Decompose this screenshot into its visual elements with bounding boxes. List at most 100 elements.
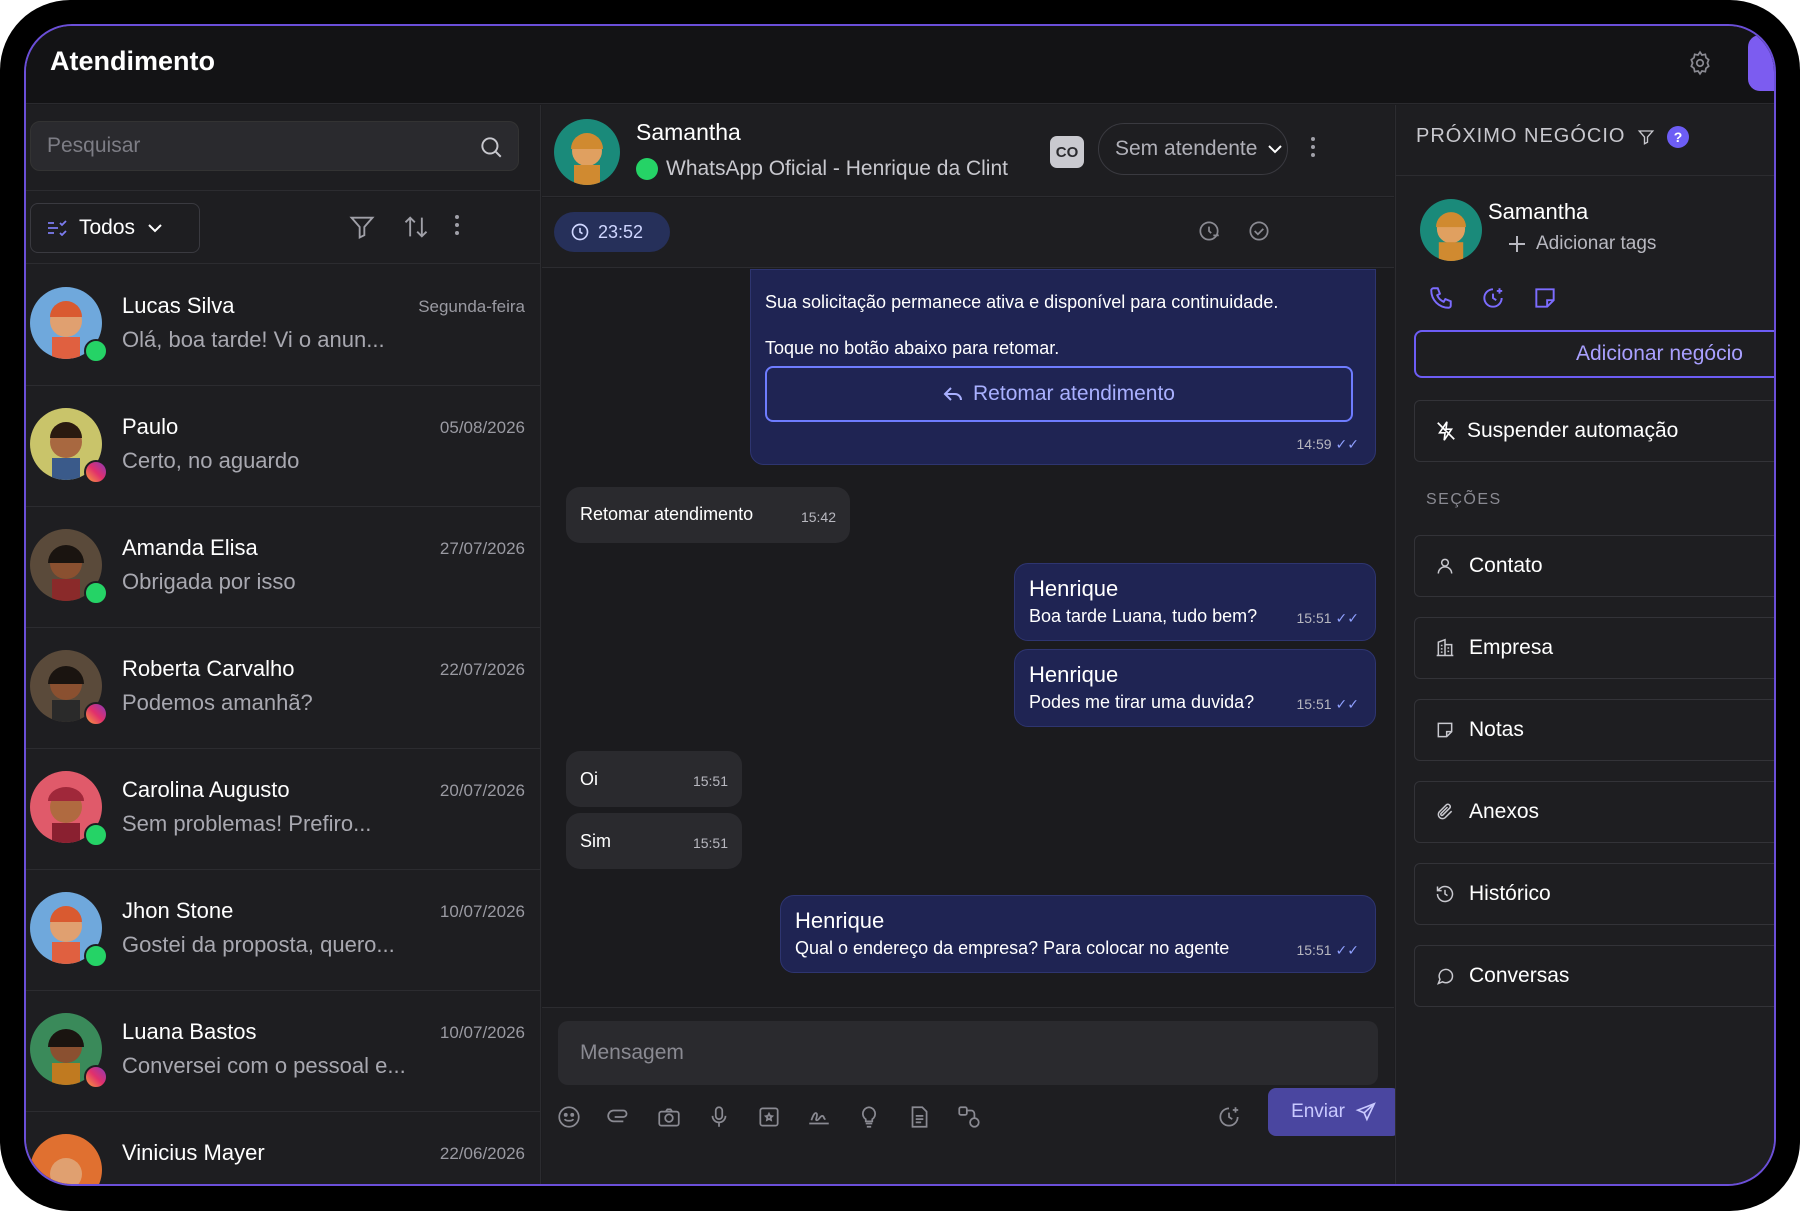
list-item[interactable]: Carolina Augusto 20/07/2026 Sem problema… (26, 749, 541, 870)
conversation-list: Lucas Silva Segunda-feira Olá, boa tarde… (26, 265, 541, 1184)
conversation-date: 10/07/2026 (439, 902, 525, 921)
section-history[interactable]: Histórico (1414, 863, 1774, 925)
schedule-icon[interactable] (1216, 1104, 1242, 1130)
phone-icon[interactable] (1428, 285, 1454, 311)
list-item[interactable]: Jhon Stone 10/07/2026 Gostei da proposta… (26, 870, 541, 991)
schedule-icon[interactable] (1480, 285, 1506, 311)
message-time: 15:51 ✓✓ (1296, 696, 1359, 712)
list-item[interactable]: Vinicius Mayer 22/06/2026 (26, 1112, 541, 1184)
message-thread: Sua solicitação permanece ativa e dispon… (542, 269, 1394, 1009)
status-filter-dropdown[interactable]: Todos (30, 203, 200, 253)
contact-name: Roberta Carvalho (122, 656, 295, 681)
message-text: Sim (580, 831, 611, 851)
add-tags-button[interactable]: Adicionar tags (1508, 233, 1656, 255)
search-input[interactable] (47, 122, 467, 170)
user-icon (1435, 556, 1455, 576)
resume-service-button[interactable]: Retomar atendimento (765, 366, 1353, 422)
integrations-icon[interactable] (956, 1104, 982, 1130)
message-preview: Olá, boa tarde! Vi o anun... (122, 327, 385, 352)
outgoing-message: Henrique Qual o endereço da empresa? Par… (780, 895, 1376, 973)
filter-row: Todos (26, 190, 541, 264)
message-preview: Gostei da proposta, quero... (122, 932, 395, 957)
message-text: Retomar atendimento (580, 504, 754, 524)
chevron-down-icon (1267, 144, 1283, 154)
snooze-icon[interactable] (1196, 218, 1222, 244)
message-preview: Certo, no aguardo (122, 448, 300, 473)
list-item[interactable]: Lucas Silva Segunda-feira Olá, boa tarde… (26, 265, 541, 386)
message-time: 15:51 ✓✓ (1296, 610, 1359, 626)
search-icon[interactable] (478, 134, 504, 160)
assignee-label: Sem atendente (1115, 137, 1258, 160)
building-icon (1435, 638, 1455, 658)
chat-panel: Samantha WhatsApp Oficial - Henrique da … (542, 105, 1400, 1184)
contact-name: Samantha (1488, 199, 1589, 224)
microphone-icon[interactable] (706, 1104, 732, 1130)
section-label: Anexos (1469, 800, 1540, 823)
message-preview: Obrigada por isso (122, 569, 296, 594)
channel-label: WhatsApp Oficial - Henrique da Clint (666, 157, 1008, 180)
funnel-icon[interactable] (1637, 128, 1655, 146)
send-label: Enviar (1291, 1101, 1345, 1122)
list-item[interactable]: Amanda Elisa 27/07/2026 Obrigada por iss… (26, 507, 541, 628)
sender-name: Henrique (795, 908, 885, 933)
timer-value: 23:52 (598, 221, 644, 242)
outgoing-message: Henrique Boa tarde Luana, tudo bem? 15:5… (1014, 563, 1376, 641)
profile-menu-button[interactable] (1748, 35, 1774, 91)
template-icon[interactable] (756, 1104, 782, 1130)
more-options-icon[interactable] (1310, 135, 1320, 165)
section-contact[interactable]: Contato (1414, 535, 1774, 597)
suspend-automation-button[interactable]: Suspender automação (1414, 400, 1774, 462)
send-button[interactable]: Enviar (1268, 1088, 1400, 1136)
camera-icon[interactable] (656, 1104, 682, 1130)
sender-name: Henrique (1029, 662, 1119, 687)
funnel-icon[interactable] (348, 213, 376, 241)
conversation-date: 05/08/2026 (439, 418, 525, 437)
list-item[interactable]: Paulo 05/08/2026 Certo, no aguardo (26, 386, 541, 507)
section-label: Conversas (1469, 964, 1570, 987)
co-badge[interactable]: CO (1050, 136, 1084, 168)
gear-icon[interactable] (1687, 50, 1713, 76)
resolve-check-icon[interactable] (1246, 218, 1272, 244)
conversation-date: Segunda-feira (418, 297, 525, 316)
attachment-icon[interactable] (606, 1104, 632, 1130)
instagram-icon (84, 1065, 108, 1089)
conversation-date: 20/07/2026 (439, 781, 525, 800)
note-icon[interactable] (1532, 285, 1558, 311)
message-input[interactable] (558, 1021, 1378, 1085)
signature-icon[interactable] (806, 1104, 832, 1130)
sort-icon[interactable] (402, 213, 430, 241)
assignee-dropdown[interactable]: Sem atendente (1098, 123, 1288, 175)
instagram-icon (84, 460, 108, 484)
whatsapp-icon (84, 944, 108, 968)
section-conversations[interactable]: Conversas (1414, 945, 1774, 1007)
section-notes[interactable]: Notas (1414, 699, 1774, 761)
message-text: Toque no botão abaixo para retomar. (765, 338, 1060, 358)
session-timer: 23:52 (554, 212, 670, 252)
chat-header: Samantha WhatsApp Oficial - Henrique da … (542, 105, 1394, 197)
help-icon[interactable]: ? (1667, 125, 1690, 148)
contact-name: Jhon Stone (122, 898, 234, 923)
section-label: Notas (1469, 718, 1524, 741)
contact-name: Lucas Silva (122, 293, 235, 318)
list-item[interactable]: Luana Bastos 10/07/2026 Conversei com o … (26, 991, 541, 1112)
clock-icon (570, 222, 590, 242)
reply-icon (943, 386, 963, 402)
conversation-date: 22/07/2026 (439, 660, 525, 679)
search-box (30, 121, 519, 171)
divider (1396, 175, 1774, 176)
contact-name: Amanda Elisa (122, 535, 258, 560)
device-frame: Atendimento Todos (0, 0, 1800, 1211)
section-attachments[interactable]: Anexos (1414, 781, 1774, 843)
section-company[interactable]: Empresa (1414, 617, 1774, 679)
message-text: Boa tarde Luana, tudo bem? (1029, 606, 1258, 626)
emoji-icon[interactable] (556, 1104, 582, 1130)
avatar (554, 119, 620, 185)
message-time: 15:51 ✓✓ (1296, 942, 1359, 958)
lightbulb-icon[interactable] (856, 1104, 882, 1130)
add-deal-button[interactable]: Adicionar negócio (1414, 330, 1774, 378)
document-icon[interactable] (906, 1104, 932, 1130)
message-text: Qual o endereço da empresa? Para colocar… (795, 938, 1230, 958)
whatsapp-icon (84, 823, 108, 847)
list-item[interactable]: Roberta Carvalho 22/07/2026 Podemos aman… (26, 628, 541, 749)
more-options-icon[interactable] (454, 213, 464, 241)
